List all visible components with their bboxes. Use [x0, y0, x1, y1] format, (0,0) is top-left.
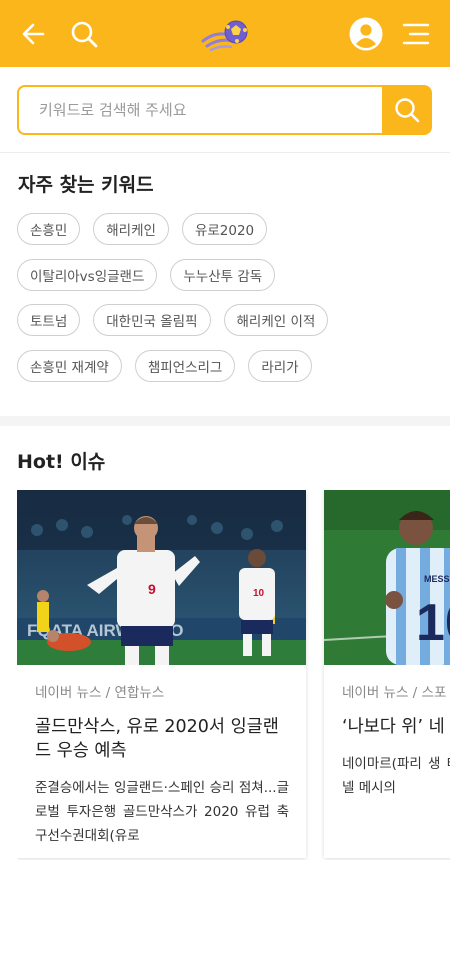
hot-issues-title: Hot! 이슈 — [17, 451, 106, 473]
divider — [0, 152, 450, 153]
svg-text:9: 9 — [148, 581, 156, 597]
top-app-bar — [0, 0, 450, 67]
user-avatar-icon — [349, 17, 383, 50]
search-icon — [71, 21, 98, 47]
keyword-chip[interactable]: 토트넘 — [17, 304, 81, 336]
menu-icon — [402, 23, 430, 44]
svg-text:MESSI: MESSI — [424, 574, 450, 584]
svg-text:10: 10 — [416, 594, 450, 652]
keyword-search-input[interactable] — [17, 85, 382, 135]
soccer-player-celebration-photo: FQATA AIRWAY GO 9 10 — [17, 490, 306, 665]
keyword-search-bar — [17, 85, 432, 135]
keyword-search-button[interactable] — [382, 85, 432, 135]
keyword-chip[interactable]: 대한민국 올림픽 — [93, 304, 211, 336]
news-source: 네이버 뉴스 / 연합뉴스 — [35, 685, 165, 701]
keyword-chip[interactable]: 라리가 — [248, 349, 312, 382]
news-headline[interactable]: 골드만삭스, 유로 2020서 잉글랜드 우승 예측 — [35, 715, 289, 763]
search-icon — [395, 98, 420, 123]
news-source: 네이버 뉴스 / 스포 — [342, 685, 447, 701]
keyword-row: 토트넘 대한민국 올림픽 해리케인 이적 — [17, 304, 437, 336]
keyword-row: 이탈리아vs잉글랜드 누누산투 감독 — [17, 258, 437, 291]
keyword-chip[interactable]: 챔피언스리그 — [134, 349, 236, 382]
news-card[interactable]: MESSI 10 네이버 뉴스 / 스포 ‘나보다 위’ 네 크니션 5인...… — [324, 490, 450, 858]
svg-text:10: 10 — [253, 588, 265, 599]
hot-issues-carousel[interactable]: FQATA AIRWAY GO 9 10 네이버 뉴스 / 연합뉴스 골드만삭스… — [17, 490, 450, 860]
section-divider — [0, 416, 450, 426]
news-summary: 네이마르(파리 생 테크니션 중 하나 저 리오넬 메시의 — [342, 756, 450, 796]
back-button[interactable] — [14, 0, 54, 67]
news-summary: 준결승에서는 잉글랜드·스페인 승리 점쳐...글로벌 투자은행 골드만삭스가 … — [35, 780, 289, 844]
menu-button[interactable] — [396, 0, 436, 67]
keyword-chip[interactable]: 누누산투 감독 — [170, 258, 276, 291]
soccer-ball-logo-icon — [201, 20, 248, 51]
keyword-row: 손흥민 재계약 챔피언스리그 라리가 — [17, 349, 437, 382]
keyword-chip[interactable]: 해리케인 이적 — [223, 304, 329, 336]
keyword-chip[interactable]: 손흥민 — [17, 213, 81, 245]
news-card[interactable]: FQATA AIRWAY GO 9 10 네이버 뉴스 / 연합뉴스 골드만삭스… — [17, 490, 306, 858]
app-logo[interactable] — [197, 0, 253, 67]
arrow-left-icon — [22, 23, 45, 44]
news-headline[interactable]: ‘나보다 위’ 네 크니션 5인...'메 — [342, 715, 450, 739]
keyword-chip[interactable]: 유로2020 — [181, 213, 268, 245]
keyword-chip[interactable]: 해리케인 — [93, 213, 169, 245]
keyword-chip[interactable]: 이탈리아vs잉글랜드 — [17, 258, 158, 291]
keywords-section-title: 자주 찾는 키워드 — [18, 174, 154, 196]
header-search-button[interactable] — [64, 0, 104, 67]
keyword-chip-list: 손흥민 해리케인 유로2020 이탈리아vs잉글랜드 누누산투 감독 토트넘 대… — [17, 213, 437, 395]
news-card-body: 네이버 뉴스 / 스포 ‘나보다 위’ 네 크니션 5인...'메 네이마르(파… — [324, 665, 450, 800]
keyword-chip[interactable]: 손흥민 재계약 — [17, 349, 122, 382]
messi-argentina-photo: MESSI 10 — [324, 490, 450, 665]
news-card-body: 네이버 뉴스 / 연합뉴스 골드만삭스, 유로 2020서 잉글랜드 우승 예측… — [17, 665, 306, 848]
user-profile-button[interactable] — [346, 0, 386, 67]
keyword-row: 손흥민 해리케인 유로2020 — [17, 213, 437, 245]
